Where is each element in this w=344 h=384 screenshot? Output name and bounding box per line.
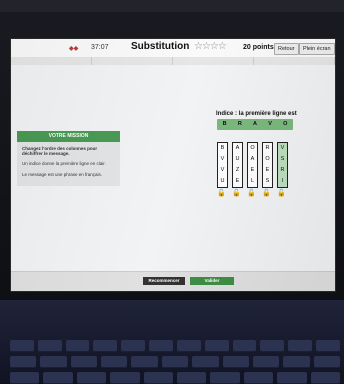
key (131, 356, 158, 368)
column-cell: V (220, 155, 225, 162)
keyboard-row (10, 356, 340, 368)
column-cell: U (220, 177, 225, 184)
hint-letter: R (237, 120, 242, 127)
top-strip (0, 0, 344, 12)
key (204, 340, 229, 352)
key (316, 340, 340, 352)
column-cell: I (281, 177, 284, 184)
key (101, 356, 128, 368)
points-counter: 20 points (243, 44, 274, 51)
key (149, 340, 173, 352)
cipher-column-3[interactable]: O A E L (247, 142, 258, 188)
cipher-column-4[interactable]: R O E S (262, 142, 273, 188)
key (260, 340, 285, 352)
lock-icon[interactable]: 🔓 (277, 189, 286, 197)
keyboard-row (10, 340, 340, 352)
column-cell: B (220, 144, 225, 151)
hint-label: Indice : la première ligne est (216, 111, 297, 117)
column-cell: Z (235, 166, 240, 173)
fullscreen-button[interactable]: Plein écran (299, 43, 335, 55)
key (177, 372, 207, 384)
rating-stars: ☆☆☆☆ (194, 41, 227, 52)
key (76, 372, 107, 384)
key (65, 340, 90, 352)
validate-button[interactable]: Valider (190, 277, 234, 285)
restart-button[interactable]: Recommencer (143, 277, 185, 285)
cipher-column-5[interactable]: V S R I (277, 142, 288, 188)
key (210, 372, 240, 384)
key (40, 356, 67, 368)
tab-level-2[interactable] (92, 57, 173, 65)
column-cell: V (220, 166, 225, 173)
mission-line-1: Changez l'ordre des colonnes pour déchif… (22, 146, 98, 156)
key (277, 372, 307, 384)
column-cell: O (250, 144, 255, 151)
key (43, 372, 73, 384)
hint-letter: A (253, 120, 257, 127)
column-cell: S (265, 177, 270, 184)
column-cell: S (280, 155, 285, 162)
key (161, 356, 189, 368)
keyboard-row (10, 372, 341, 384)
cipher-column-1[interactable]: B V V U (217, 142, 228, 188)
key (313, 356, 340, 368)
column-cell: E (265, 166, 270, 173)
key (192, 356, 219, 368)
tab-level-1[interactable] (11, 57, 92, 65)
keyboard (0, 300, 344, 384)
column-cell: L (250, 177, 255, 184)
key (222, 356, 249, 368)
level-tabs (11, 57, 335, 65)
column-cell: E (250, 166, 255, 173)
column-cell: R (265, 144, 270, 151)
tab-level-4[interactable] (254, 57, 335, 65)
key (10, 372, 40, 384)
key (121, 340, 146, 352)
key (176, 340, 201, 352)
column-cell: O (265, 155, 270, 162)
mission-line-3: Le message est une phrase en français. (22, 172, 103, 177)
hint-letter: V (268, 120, 272, 127)
back-button[interactable]: Retour (274, 43, 299, 55)
key (10, 356, 37, 368)
column-cell: V (280, 144, 285, 151)
logo-icon: ◆◆ (69, 46, 79, 52)
key (37, 340, 62, 352)
key (10, 340, 34, 352)
key (288, 340, 313, 352)
key (93, 340, 118, 352)
key (232, 340, 257, 352)
title-bar: ◆◆ 37:07 Substitution ☆☆☆☆ 20 points Ret… (11, 39, 335, 58)
key (243, 372, 274, 384)
key (310, 372, 341, 384)
tab-level-3[interactable] (173, 57, 254, 65)
column-cell: A (250, 155, 255, 162)
lock-icon[interactable]: 🔓 (247, 189, 256, 197)
column-cell: R (280, 166, 285, 173)
column-cell: A (235, 144, 240, 151)
column-cell: U (235, 155, 240, 162)
key (252, 356, 280, 368)
hint-box: B R A V O (217, 119, 293, 130)
lock-icon[interactable]: 🔓 (262, 189, 271, 197)
key (283, 356, 310, 368)
key (110, 372, 140, 384)
column-cell: E (235, 177, 240, 184)
hint-letter: B (222, 120, 227, 127)
lock-icon[interactable]: 🔓 (217, 189, 226, 197)
key (143, 372, 174, 384)
lock-icon[interactable]: 🔓 (232, 189, 241, 197)
game-title: Substitution (131, 41, 190, 52)
key (70, 356, 98, 368)
mission-panel: VOTRE MISSION Changez l'ordre des colonn… (17, 131, 120, 186)
laptop-screen: ◆◆ 37:07 Substitution ☆☆☆☆ 20 points Ret… (10, 38, 336, 292)
cipher-column-2[interactable]: A U Z E (232, 142, 243, 188)
timer: 37:07 (91, 44, 109, 51)
mission-header: VOTRE MISSION (17, 131, 120, 142)
hint-letter: O (283, 120, 288, 127)
mission-line-2: Un indice donne la première ligne en cla… (22, 161, 106, 166)
